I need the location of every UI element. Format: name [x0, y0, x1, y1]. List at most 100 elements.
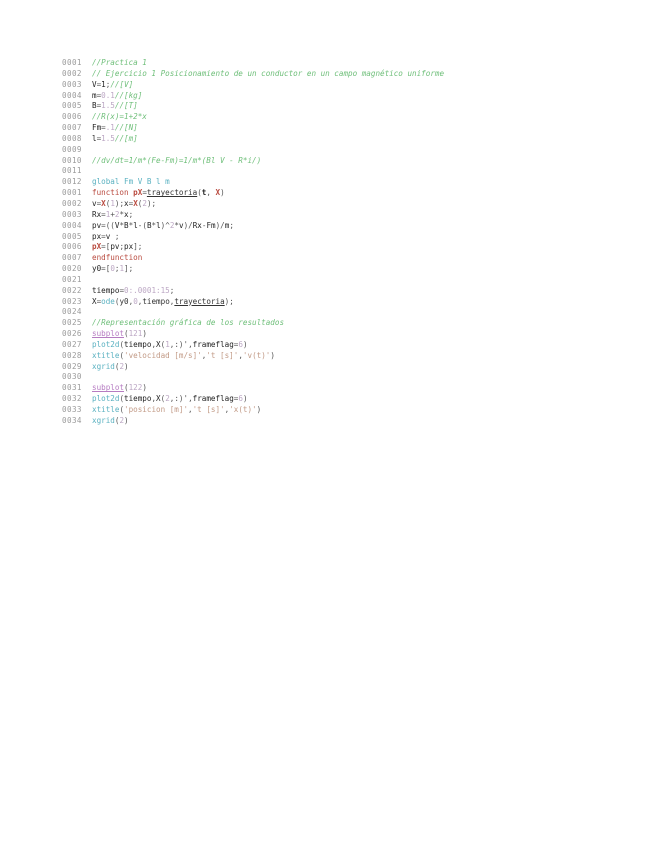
line-number: 0024 [62, 307, 82, 317]
code-content: y0=[0;1]; [92, 264, 133, 273]
code-token-op: ) [142, 383, 147, 393]
code-token-op: ; [169, 285, 175, 295]
line-number: 0004 [62, 220, 82, 230]
code-content: // Ejercicio 1 Posicionamiento de un con… [92, 69, 444, 78]
code-token-op: ; [151, 198, 157, 208]
line-number: 0005 [62, 231, 82, 241]
code-token-var: tiempo [124, 394, 152, 404]
line-number: 0007 [62, 123, 82, 133]
code-token-op: -( [137, 220, 147, 230]
code-line: 0032 plot2d(tiempo,X(2,:)',frameflag=6) [62, 394, 444, 405]
code-line: 0033 xtitle('posicion [m]','t [s]','x(t)'… [62, 405, 444, 416]
code-line: 0006 pX=[pv;px]; [62, 242, 444, 253]
code-token-op: =[ [101, 264, 111, 274]
line-number: 0020 [62, 264, 82, 274]
code-token-op: ,:) [169, 394, 184, 404]
code-token-comment: // Ejercicio 1 Posicionamiento de un con… [92, 68, 445, 78]
code-line: 0007 endfunction [62, 253, 444, 264]
code-line: 0003 Rx=1+2*x; [62, 210, 444, 221]
code-token-var: Rx [192, 220, 202, 230]
code-line: 0010 //dv/dt=1/m*(Fe-Fm)=1/m*(Bl V - R*i/… [62, 156, 444, 167]
code-token-var: pv [92, 220, 102, 230]
code-token-boldred: pX [92, 242, 102, 252]
code-content: endfunction [92, 253, 142, 262]
line-number: 0029 [62, 361, 82, 371]
code-content: px=v ; [92, 232, 119, 241]
code-content: tiempo=0:.0001:15; [92, 286, 174, 295]
line-number: 0023 [62, 296, 82, 306]
line-number: 0004 [62, 90, 82, 100]
code-token-str: 'posicion [m]' [124, 405, 189, 414]
code-line: 0009 [62, 145, 444, 156]
line-number: 0005 [62, 101, 82, 111]
code-content: v=X(1);x=X(2); [92, 199, 156, 208]
code-line: 0001 function pX=trayectoria(t, X) [62, 188, 444, 199]
line-number: 0010 [62, 155, 82, 165]
line-number: 0033 [62, 405, 82, 414]
code-content: subplot(121) [92, 329, 147, 338]
line-number: 0002 [62, 198, 82, 208]
code-line: 0026 subplot(121) [62, 329, 444, 340]
code-token-op: ]; [133, 242, 143, 252]
code-content: X=ode(y0,0,tiempo,trayectoria); [92, 297, 234, 306]
code-content: m=0.1//[kg] [92, 91, 142, 100]
code-line: 0007 Fm=.1//[N] [62, 123, 444, 134]
code-token-key: function [92, 188, 134, 198]
code-content: Rx=1+2*x; [92, 210, 133, 219]
code-token-var: Fm [206, 220, 216, 230]
code-token-fn: plot2d [92, 394, 120, 404]
code-line: 0022 tiempo=0:.0001:15; [62, 286, 444, 297]
code-line: 0005 px=v ; [62, 232, 444, 243]
code-token-macro: subplot [92, 383, 125, 393]
code-token-macro: subplot [92, 329, 125, 339]
line-number: 0012 [62, 177, 82, 187]
code-listing: 0001 //Practica 1 0002 // Ejercicio 1 Posic… [62, 58, 444, 427]
code-token-num: 1.5 [101, 133, 115, 143]
code-line: 0020 y0=[0;1]; [62, 264, 444, 275]
code-content: l=1.5//[m] [92, 134, 138, 143]
line-number: 0006 [62, 112, 82, 122]
code-token-num: 121 [128, 329, 143, 339]
code-content: plot2d(tiempo,X(2,:)',frameflag=6) [92, 394, 248, 403]
code-token-op: )^ [160, 220, 170, 230]
code-token-op: ) [242, 339, 248, 349]
code-content: xgrid(2) [92, 362, 129, 371]
code-content: xgrid(2) [92, 416, 129, 425]
code-token-comment: //Representación gráfica de los resultad… [92, 318, 285, 328]
code-content: //R(x)=1+2*x [92, 112, 147, 121]
code-token-var: tiempo [92, 285, 120, 295]
code-token-key: endfunction [92, 253, 143, 263]
code-content: global Fm V B l m [92, 177, 170, 186]
line-number: 0003 [62, 79, 82, 89]
code-content: function pX=trayectoria(t, X) [92, 188, 225, 197]
code-token-op: ,:) [169, 339, 184, 349]
code-content: Fm=.1//[N] [92, 123, 138, 132]
line-number: 0002 [62, 68, 82, 78]
line-number: 0028 [62, 350, 82, 360]
code-token-var: px [92, 231, 102, 241]
code-token-num: 0:.0001:15 [124, 285, 170, 295]
line-number: 0034 [62, 415, 82, 425]
code-line: 0004 pv=((V*B*l-(B*l)^2*v)/Rx-Fm)/m; [62, 221, 444, 232]
code-token-op: =[ [101, 242, 111, 252]
code-token-comment: //R(x)=1+2*x [92, 112, 147, 122]
code-token-fn: global Fm V B l m [92, 177, 170, 187]
code-content: pv=((V*B*l-(B*l)^2*v)/Rx-Fm)/m; [92, 221, 234, 230]
code-token-op: ]; [124, 264, 134, 274]
code-token-str: 'velocidad [m/s]' [124, 350, 202, 360]
code-token-boldred: pX [133, 188, 143, 198]
code-token-var: y0 [92, 264, 102, 274]
code-token-comment: //Practica 1 [92, 58, 147, 67]
code-line: 0003 V=1;//[V] [62, 80, 444, 91]
code-line: 0008 l=1.5//[m] [62, 134, 444, 145]
line-number: 0009 [62, 144, 82, 154]
code-token-fn: xtitle [92, 405, 120, 414]
code-content: V=1;//[V] [92, 80, 133, 89]
code-token-num: 122 [128, 383, 143, 393]
code-token-op: )/ [215, 220, 225, 230]
code-content: xtitle('posicion [m]','t [s]','x(t)') [92, 405, 261, 414]
code-token-plain: tiempo [142, 296, 170, 306]
code-token-var: frameflag [192, 339, 234, 349]
code-line: 0012 global Fm V B l m [62, 177, 444, 188]
code-line: 0027 plot2d(tiempo,X(1,:)',frameflag=6) [62, 340, 444, 351]
